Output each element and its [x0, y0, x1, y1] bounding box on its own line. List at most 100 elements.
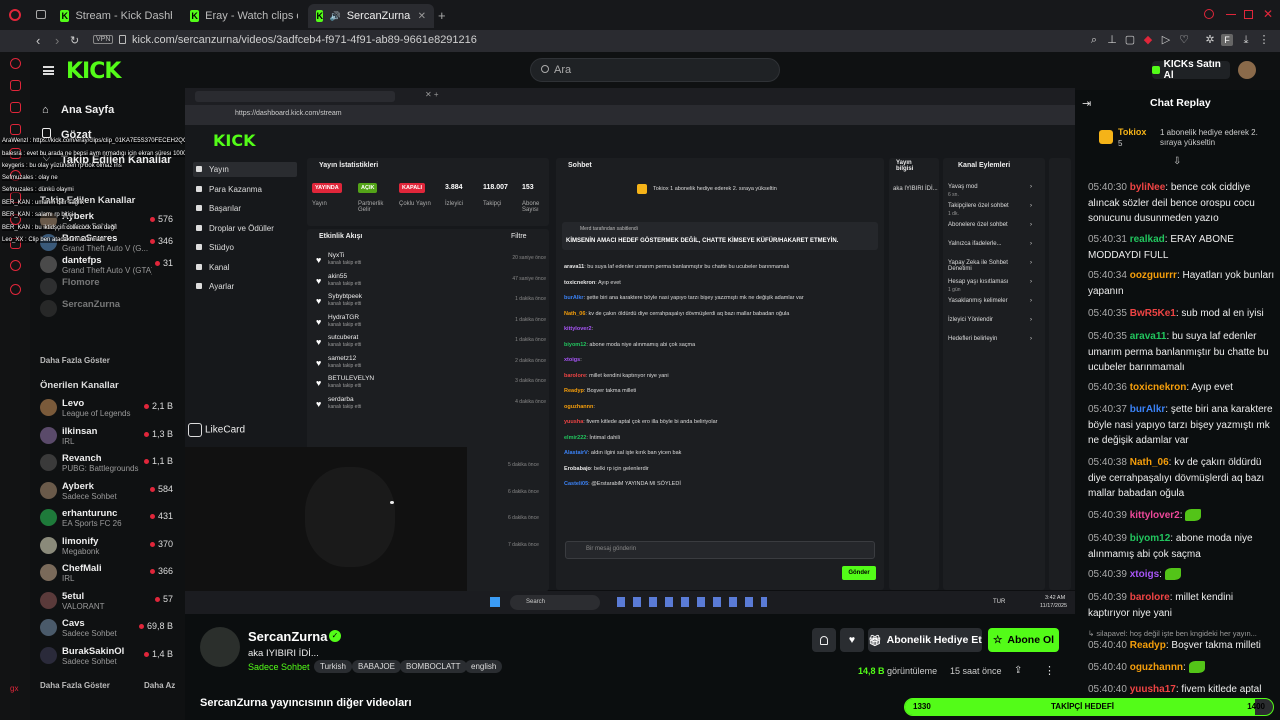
event-row: ♥ Sybybtpeek kanalı takip etti 1 dakika önc…: [316, 293, 546, 311]
followed-channel[interactable]: SercanZurna: [40, 299, 175, 321]
profile-icon[interactable]: F: [1221, 34, 1233, 46]
messenger-icon[interactable]: [10, 80, 21, 91]
aria-icon[interactable]: [10, 58, 21, 69]
ellipsis-icon[interactable]: gx: [10, 684, 18, 693]
followed-channel[interactable]: Flomore: [40, 277, 175, 299]
workspaces-icon[interactable]: [36, 10, 46, 19]
search-input[interactable]: Ara: [530, 58, 780, 82]
status-badge: YAYINDA: [312, 183, 342, 193]
channel-avatar: [40, 564, 57, 581]
kick-logo[interactable]: KICK: [66, 59, 121, 84]
dashboard-nav-item: Başarılar: [209, 204, 242, 213]
chat-text: bu suya laf edenler umarım perma banlanm…: [587, 264, 790, 270]
back-icon[interactable]: ‹: [36, 33, 40, 48]
viewer-count: 584: [149, 484, 173, 494]
viewer-count: 346: [149, 236, 173, 246]
menu-icon[interactable]: ⋮: [1258, 34, 1270, 46]
extensions-icon[interactable]: ✲: [1204, 34, 1216, 46]
category-link[interactable]: Sadece Sohbet: [248, 662, 310, 672]
minimize-icon[interactable]: [1226, 14, 1236, 15]
heart-icon: ♥: [316, 337, 322, 347]
hamburger-menu-icon[interactable]: [43, 66, 54, 75]
tag-bomboclatt[interactable]: BOMBOCLATT: [400, 660, 467, 673]
play-icon[interactable]: ▷: [1160, 34, 1172, 46]
recommended-channel[interactable]: limonify Megabonk 370: [40, 536, 175, 558]
sidebar-item-home[interactable]: Ana Sayfa: [61, 104, 114, 116]
tag-english[interactable]: english: [465, 660, 503, 673]
pin-icon[interactable]: ⊥: [1106, 34, 1118, 46]
opera-logo-icon[interactable]: [9, 9, 21, 21]
filter-button[interactable]: Filtre: [511, 233, 527, 240]
recommended-channel[interactable]: Ayberk Sadece Sohbet 584: [40, 481, 175, 503]
share-icon[interactable]: ⇪: [1014, 665, 1022, 676]
viewer-count-value: 431: [157, 511, 173, 521]
overlay-chat-line: BER_KAN : bu iktidşçin collecock bok değ…: [2, 225, 117, 231]
pin-sidebar-icon[interactable]: [10, 260, 21, 271]
recommended-channel[interactable]: ilkinsan IRL 1,3 B: [40, 426, 175, 448]
speaker-icon[interactable]: 🔊: [329, 11, 340, 22]
snapshot-icon[interactable]: ▢: [1124, 34, 1136, 46]
tab-eray-clips[interactable]: K Eray - Watch clips on Kic: [182, 4, 306, 28]
stream-info-name: aka IYIBIRI İDİ...: [893, 186, 938, 192]
live-dot-icon: [138, 624, 144, 629]
tag-turkish[interactable]: Turkish: [314, 660, 352, 673]
channel-name: ChefMali: [62, 563, 102, 574]
recommended-channel[interactable]: erhanturunc EA Sports FC 26 431: [40, 508, 175, 530]
chat-message: 05:40:39 barolore: millet kendini kaptır…: [1088, 592, 1234, 619]
buy-kicks-button[interactable]: KICKs Satın Al: [1152, 59, 1230, 81]
tag-babajoe[interactable]: BABAJOE: [352, 660, 401, 673]
chat-collapse-arrow-icon[interactable]: ⇩: [1173, 156, 1181, 167]
forward-icon[interactable]: ›: [55, 33, 59, 48]
heart-icon[interactable]: ♡: [1178, 34, 1190, 46]
search-tabs-icon[interactable]: [1204, 9, 1214, 19]
settings-icon[interactable]: [10, 284, 21, 295]
instagram-icon[interactable]: [10, 102, 21, 113]
search-icon: [541, 65, 549, 73]
chat-user: burAlkr: [564, 295, 584, 301]
close-tab-icon[interactable]: ✕: [418, 11, 426, 22]
recommended-channel[interactable]: Revanch PUBG: Battlegrounds 1,1 B: [40, 453, 175, 475]
reload-icon[interactable]: ↻: [70, 34, 79, 47]
show-more-recommended[interactable]: Daha Fazla Göster: [40, 681, 110, 690]
bell-icon: [820, 635, 828, 645]
inner-chat-line: Readyp: Boşver takma milleti: [564, 388, 637, 394]
show-less[interactable]: Daha Az: [144, 681, 175, 690]
channel-avatar[interactable]: [200, 627, 240, 667]
tab-sercanzurna[interactable]: K 🔊 SercanZurna - Watch ✕: [308, 4, 434, 28]
close-window-icon[interactable]: ✕: [1263, 7, 1273, 21]
recommended-channel[interactable]: BurakSakinOl Sadece Sohbet 1,4 B: [40, 646, 175, 668]
more-options-icon[interactable]: ⋮: [1044, 664, 1055, 677]
channel-name[interactable]: SercanZurna: [248, 629, 327, 644]
gift-sub-button[interactable]: 🎁︎ Abonelik Hediye Et: [868, 628, 982, 652]
live-dot-icon: [154, 596, 160, 602]
chat-username: xtoigs: [1129, 569, 1160, 580]
collapse-chat-icon[interactable]: ⇥: [1082, 97, 1091, 110]
stat-value: 3.884: [445, 184, 463, 191]
stat-label: Takipçi: [483, 201, 502, 207]
tab-stream-dashboard[interactable]: K Stream - Kick Dashboard: [52, 4, 180, 28]
notification-bell-button[interactable]: [812, 628, 836, 652]
recommended-channel[interactable]: Cavs Sadece Sohbet 69,8 B: [40, 618, 175, 640]
recommended-channel[interactable]: Levo League of Legends 2,1 B: [40, 398, 175, 420]
channel-name: 5etul: [62, 590, 85, 602]
vpn-badge[interactable]: VPN: [93, 35, 114, 44]
likecard-icon: [188, 423, 202, 437]
subscribe-button[interactable]: ☆ Abone Ol: [988, 628, 1059, 652]
recommended-channel[interactable]: ChefMali IRL 366: [40, 563, 175, 585]
download-icon[interactable]: ⤓: [1240, 34, 1252, 46]
show-more-followed[interactable]: Daha Fazla Göster: [40, 356, 110, 365]
shield-icon[interactable]: ◆: [1142, 34, 1154, 46]
chat-timestamp: 05:40:39: [1088, 510, 1127, 521]
channel-avatar: [40, 399, 57, 416]
recommended-channel[interactable]: 5etul VALORANT 57: [40, 591, 175, 613]
user-avatar[interactable]: [1238, 61, 1256, 79]
new-tab-button[interactable]: +: [438, 8, 446, 23]
follow-heart-button[interactable]: ♥: [840, 628, 864, 652]
followed-channel[interactable]: dantefps Grand Theft Auto V (GTA) 31: [40, 255, 175, 277]
event-row: ♥ HydraTGR kanalı takip etti 1 dakika önce: [316, 314, 546, 332]
zoom-icon[interactable]: ⌕: [1088, 34, 1100, 46]
maximize-icon[interactable]: [1244, 10, 1253, 19]
url-text[interactable]: kick.com/sercanzurna/videos/3adfceb4-f97…: [132, 34, 477, 46]
stream-info-title: Yayın bilgisi: [896, 160, 914, 172]
whatsapp-icon[interactable]: [10, 124, 21, 135]
